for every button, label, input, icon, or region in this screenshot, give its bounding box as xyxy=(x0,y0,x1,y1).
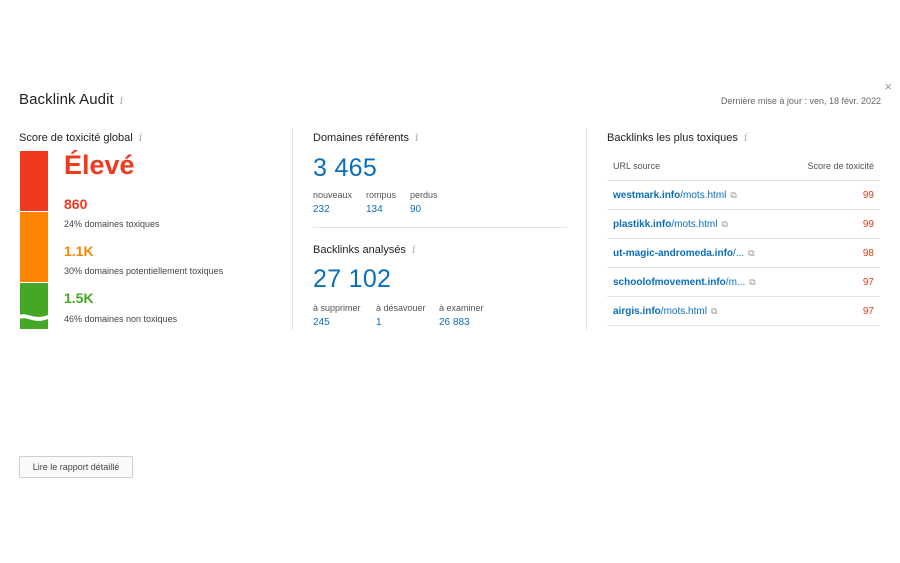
last-updated-text: Dernière mise à jour : ven, 18 févr. 202… xyxy=(720,96,881,106)
external-link-icon[interactable]: ⧉ xyxy=(711,306,717,316)
source-url-link[interactable]: schoolofmovement.info/m... xyxy=(613,277,745,288)
widget-title: Backlink Audit i xyxy=(19,91,123,108)
table-row: plastikk.info/mots.html ⧉ 99 xyxy=(607,209,880,239)
analyzed-backlinks-total[interactable]: 27 102 xyxy=(313,265,391,294)
toxicity-score: 98 xyxy=(785,238,880,268)
stat-value-to-review[interactable]: 26 883 xyxy=(439,317,470,328)
toxicity-title-text: Score de toxicité global xyxy=(19,132,133,144)
stat-label-new: nouveaux xyxy=(313,190,353,200)
score-indicator-icon xyxy=(18,314,50,321)
toxicity-score: 99 xyxy=(785,180,880,210)
source-url-link[interactable]: airgis.info/mots.html xyxy=(613,306,707,317)
info-icon[interactable]: i xyxy=(120,94,124,107)
stat-label-broken: rompus xyxy=(366,190,397,200)
analyzed-backlinks-title: Backlinks analysés i xyxy=(313,243,415,256)
table-header-row: URL source Score de toxicité xyxy=(607,152,880,181)
potentially-toxic-label: 30% domaines potentiellement toxiques xyxy=(64,266,224,276)
non-toxic-count: 1.5K xyxy=(64,290,94,306)
column-divider xyxy=(292,128,293,330)
table-row: ut-magic-andromeda.info/... ⧉ 98 xyxy=(607,238,880,268)
external-link-icon[interactable]: ⧉ xyxy=(748,248,754,258)
external-link-icon[interactable]: ⧉ xyxy=(749,277,755,287)
toxic-backlinks-title: Backlinks les plus toxiques i xyxy=(607,131,747,144)
stat-value-new[interactable]: 232 xyxy=(313,204,330,215)
toxic-backlinks-table: URL source Score de toxicité westmark.in… xyxy=(607,152,880,326)
toxic-domains-count: 860 xyxy=(64,196,88,212)
info-icon[interactable]: i xyxy=(412,243,416,256)
external-link-icon[interactable]: ⧉ xyxy=(730,190,736,200)
analyzed-title-text: Backlinks analysés xyxy=(313,244,406,256)
toxicity-level: Élevé xyxy=(64,150,135,180)
potentially-toxic-bar-segment xyxy=(20,212,48,282)
stat-value-broken[interactable]: 134 xyxy=(366,204,383,215)
read-report-button[interactable]: Lire le rapport détaillé xyxy=(19,456,133,478)
toxicity-score: 97 xyxy=(785,267,880,297)
source-url-link[interactable]: ut-magic-andromeda.info/... xyxy=(613,248,744,259)
external-link-icon[interactable]: ⧉ xyxy=(721,219,727,229)
stat-value-to-remove[interactable]: 245 xyxy=(313,317,330,328)
toxic-domains-label: 24% domaines toxiques xyxy=(64,219,160,229)
referring-title-text: Domaines référents xyxy=(313,132,409,144)
referring-domains-title: Domaines référents i xyxy=(313,131,419,144)
table-row: westmark.info/mots.html ⧉ 99 xyxy=(607,180,880,210)
col-header-score: Score de toxicité xyxy=(785,152,880,181)
source-url-link[interactable]: plastikk.info/mots.html xyxy=(613,219,717,230)
widget-title-text: Backlink Audit xyxy=(19,91,114,108)
table-row: schoolofmovement.info/m... ⧉ 97 xyxy=(607,267,880,297)
stat-value-lost[interactable]: 90 xyxy=(410,204,421,215)
toxicity-score: 99 xyxy=(785,209,880,239)
stat-label-to-review: à examiner xyxy=(439,303,484,313)
potentially-toxic-count: 1.1K xyxy=(64,243,94,259)
non-toxic-label: 46% domaines non toxiques xyxy=(64,314,178,324)
source-url-link[interactable]: westmark.info/mots.html xyxy=(613,190,726,201)
stat-label-to-remove: à supprimer xyxy=(313,303,361,313)
col-header-url: URL source xyxy=(607,152,786,181)
stat-label-to-disavow: à désavouer xyxy=(376,303,426,313)
toxicity-score: 97 xyxy=(785,296,880,326)
table-row: airgis.info/mots.html ⧉ 97 xyxy=(607,296,880,326)
referring-domains-total[interactable]: 3 465 xyxy=(313,154,377,183)
stat-label-lost: perdus xyxy=(410,190,438,200)
close-icon[interactable]: × xyxy=(884,79,892,94)
stat-value-to-disavow[interactable]: 1 xyxy=(376,317,382,328)
info-icon[interactable]: i xyxy=(744,131,748,144)
section-divider xyxy=(313,227,567,228)
info-icon[interactable]: i xyxy=(139,131,143,144)
toxic-backlinks-title-text: Backlinks les plus toxiques xyxy=(607,132,738,144)
column-divider xyxy=(586,128,587,330)
info-icon[interactable]: i xyxy=(415,131,419,144)
toxicity-section-title: Score de toxicité global i xyxy=(19,131,142,144)
toxic-bar-segment xyxy=(20,151,48,211)
